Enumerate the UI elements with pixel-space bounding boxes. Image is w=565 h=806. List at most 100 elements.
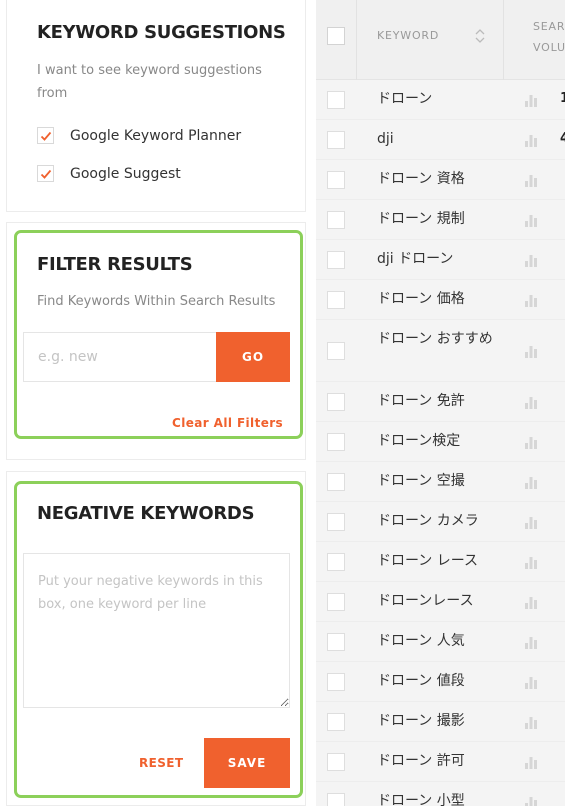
reset-button[interactable]: RESET (139, 756, 183, 770)
bar-chart-icon[interactable] (524, 715, 538, 729)
select-all-checkbox[interactable] (327, 27, 345, 45)
bar-chart-icon[interactable] (524, 344, 538, 358)
row-checkbox[interactable] (327, 251, 345, 269)
bar-chart-icon[interactable] (524, 93, 538, 107)
keyword-cell: dji (377, 131, 394, 147)
keyword-cell: ドローン 小型 (377, 793, 465, 806)
bar-chart-icon[interactable] (524, 173, 538, 187)
table-row[interactable]: ドローン おすすめ (316, 320, 565, 382)
keyword-cell: ドローン 免許 (377, 393, 465, 409)
negative-keywords-title: NEGATIVE KEYWORDS (37, 503, 255, 524)
bar-chart-icon[interactable] (524, 213, 538, 227)
negative-keywords-textarea[interactable] (23, 553, 290, 708)
row-checkbox[interactable] (327, 753, 345, 771)
table-row[interactable]: ドローン 人気 (316, 622, 565, 662)
header-divider (356, 0, 357, 80)
filter-results-description: Find Keywords Within Search Results (37, 294, 276, 309)
table-row[interactable]: ドローン 空撮 (316, 462, 565, 502)
option-google-keyword-planner[interactable]: Google Keyword Planner (37, 127, 241, 144)
keyword-cell: ドローン (377, 91, 433, 107)
keyword-cell: ドローン 空撮 (377, 473, 465, 489)
row-checkbox[interactable] (327, 673, 345, 691)
keyword-results-table: KEYWORD SEARCH VOLUME ドローン1dji4ドローン 資格ドロ… (316, 0, 565, 806)
bar-chart-icon[interactable] (524, 595, 538, 609)
row-checkbox[interactable] (327, 593, 345, 611)
row-checkbox[interactable] (327, 633, 345, 651)
keyword-cell: ドローン レース (377, 553, 479, 569)
option-google-suggest[interactable]: Google Suggest (37, 165, 181, 182)
bar-chart-icon[interactable] (524, 293, 538, 307)
keyword-cell: ドローンレース (377, 593, 474, 609)
keyword-cell: ドローン 撮影 (377, 713, 465, 729)
bar-chart-icon[interactable] (524, 435, 538, 449)
header-divider (503, 0, 504, 80)
google-suggest-checkbox[interactable] (37, 165, 54, 182)
row-checkbox[interactable] (327, 342, 345, 360)
keyword-cell: ドローン 規制 (377, 211, 465, 227)
keyword-cell: ドローン おすすめ (377, 331, 493, 347)
google-suggest-label: Google Suggest (70, 165, 181, 182)
bar-chart-icon[interactable] (524, 515, 538, 529)
row-checkbox[interactable] (327, 473, 345, 491)
bar-chart-icon[interactable] (524, 675, 538, 689)
search-volume-cell: 4 (560, 131, 565, 146)
table-row[interactable]: ドローン カメラ (316, 502, 565, 542)
search-volume-cell: 1 (560, 91, 565, 106)
table-row[interactable]: ドローン レース (316, 542, 565, 582)
table-row[interactable]: ドローン 小型 (316, 782, 565, 806)
clear-all-filters-link[interactable]: Clear All Filters (172, 416, 283, 430)
bar-chart-icon[interactable] (524, 253, 538, 267)
row-checkbox[interactable] (327, 171, 345, 189)
table-row[interactable]: ドローン 許可 (316, 742, 565, 782)
bar-chart-icon[interactable] (524, 133, 538, 147)
filter-results-title: FILTER RESULTS (37, 254, 193, 275)
checkmark-icon (40, 169, 51, 179)
table-row[interactable]: dji ドローン (316, 240, 565, 280)
table-row[interactable]: ドローン 免許 (316, 382, 565, 422)
keyword-cell: ドローン 価格 (377, 291, 465, 307)
table-row[interactable]: ドローンレース (316, 582, 565, 622)
row-checkbox[interactable] (327, 553, 345, 571)
google-keyword-planner-label: Google Keyword Planner (70, 127, 242, 144)
keyword-cell: ドローン 資格 (377, 171, 465, 187)
bar-chart-icon[interactable] (524, 795, 538, 806)
keyword-cell: ドローン カメラ (377, 513, 479, 529)
sort-arrows-icon[interactable] (474, 27, 486, 45)
filter-keyword-input[interactable] (23, 332, 217, 382)
keyword-suggestions-description: I want to see keyword suggestions from (37, 63, 262, 101)
google-keyword-planner-checkbox[interactable] (37, 127, 54, 144)
table-row[interactable]: ドローン 値段 (316, 662, 565, 702)
bar-chart-icon[interactable] (524, 555, 538, 569)
keyword-cell: dji ドローン (377, 251, 454, 267)
bar-chart-icon[interactable] (524, 635, 538, 649)
row-checkbox[interactable] (327, 211, 345, 229)
row-checkbox[interactable] (327, 393, 345, 411)
row-checkbox[interactable] (327, 291, 345, 309)
row-checkbox[interactable] (327, 433, 345, 451)
table-row[interactable]: ドローン 価格 (316, 280, 565, 320)
bar-chart-icon[interactable] (524, 755, 538, 769)
table-row[interactable]: ドローン検定 (316, 422, 565, 462)
checkmark-icon (40, 131, 51, 141)
row-checkbox[interactable] (327, 713, 345, 731)
table-row[interactable]: dji 4 (316, 120, 565, 160)
table-row[interactable]: ドローン 規制 (316, 200, 565, 240)
go-button[interactable]: GO (216, 332, 290, 382)
table-row[interactable]: ドローン 撮影 (316, 702, 565, 742)
row-checkbox[interactable] (327, 91, 345, 109)
save-button[interactable]: SAVE (204, 738, 290, 788)
bar-chart-icon[interactable] (524, 475, 538, 489)
table-row[interactable]: ドローン 1 (316, 80, 565, 120)
row-checkbox[interactable] (327, 131, 345, 149)
row-checkbox[interactable] (327, 513, 345, 531)
keyword-cell: ドローン検定 (377, 433, 461, 449)
keyword-cell: ドローン 値段 (377, 673, 465, 689)
table-row[interactable]: ドローン 資格 (316, 160, 565, 200)
keyword-cell: ドローン 許可 (377, 753, 465, 769)
keyword-cell: ドローン 人気 (377, 633, 465, 649)
row-checkbox[interactable] (327, 793, 345, 806)
keyword-column-header[interactable]: KEYWORD (377, 29, 439, 42)
keyword-suggestions-title: KEYWORD SUGGESTIONS (37, 22, 286, 43)
search-volume-column-header[interactable]: SEARCH VOLUME (533, 16, 565, 58)
bar-chart-icon[interactable] (524, 395, 538, 409)
